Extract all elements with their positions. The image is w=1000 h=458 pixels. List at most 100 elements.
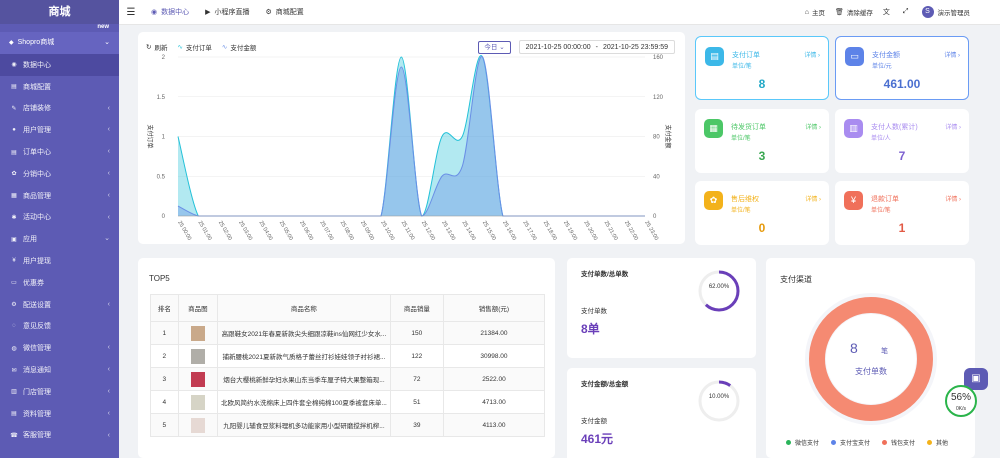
x-tick-label: 25 12:00 [420, 220, 436, 242]
x-tick-label: 25 22:00 [623, 220, 639, 242]
channel-unit: 笔 [881, 348, 888, 355]
legend-orders[interactable]: ∿ 支付订单 [177, 42, 211, 52]
sidebar-item[interactable]: ◌ 意见反馈 [0, 316, 119, 338]
channel-legend-item[interactable]: 微信支付 [786, 438, 819, 447]
y-axis-label-left: 支付订单 [146, 124, 154, 148]
table-header-cell: 商品销量 [389, 294, 444, 322]
chevron-icon: ‹ [107, 169, 110, 177]
refresh-button[interactable]: ↻ 刷新 [146, 42, 167, 52]
date-end: 2021-10-25 23:59:59 [603, 44, 668, 51]
trash-icon: 🗑 [835, 9, 844, 16]
stat-unit: 单位/笔 [731, 136, 751, 142]
menu-icon: ● [12, 127, 16, 134]
x-tick-label: 25 15:00 [481, 220, 497, 242]
stat-detail-link[interactable]: 详情 › [804, 50, 820, 59]
sidebar-item-label: 优惠券 [23, 279, 44, 287]
table-row[interactable]: 2 捕新腰桃2021夏新款气质格子蕾丝打衫娃娃领子衬衫裙... 122 30998.0… [150, 344, 546, 368]
date-start: 2021-10-25 00:00:00 [525, 44, 591, 51]
x-tick-label: 25 09:00 [359, 220, 375, 242]
stat-detail-link[interactable]: 详情 › [805, 194, 821, 203]
stat-card[interactable]: ¥ 退款订单 单位/笔 详情 › 1 [835, 181, 969, 245]
legend-dot [882, 440, 888, 445]
stat-card[interactable]: ▥ 支付人数(累计) 单位/人 详情 › 7 [835, 109, 969, 173]
table-row[interactable]: 3 烟台大樱桃新鲜孕妇水果山东当季车厘子特大果整箱现... 72 2522.00 [150, 367, 546, 391]
stat-card[interactable]: ▦ 待发货订单 单位/笔 详情 › 3 [695, 109, 829, 173]
product-name-cell: 高跟鞋女2021年春夏新款尖头细跟凉鞋ins仙网红少女水... [217, 321, 391, 345]
chevron-icon: ‹ [107, 387, 110, 395]
legend-amount[interactable]: ∿ 支付金额 [222, 42, 256, 52]
sidebar-item[interactable]: ✉ 消息通知 ‹ [0, 359, 119, 381]
amount-cell: 21384.00 [442, 321, 546, 345]
menu-icon: ▤ [11, 149, 17, 156]
table-row[interactable]: 4 北欧风简约水洗棉床上四件套全棉纯棉100夏季被套床单... 51 4713.00 [150, 390, 546, 414]
sidebar-item[interactable]: ● 用户管理 ‹ [0, 119, 119, 141]
menu-toggle-icon[interactable]: ☰ [119, 7, 143, 18]
stat-detail-label: 详情 [945, 125, 958, 131]
amount-ratio-pct: 10.00% [708, 394, 730, 400]
sidebar-item[interactable]: ▤ 资料管理 ‹ [0, 403, 119, 425]
sidebar-item[interactable]: ☎ 客服管理 ‹ [0, 425, 119, 447]
menu-icon: ⚙ [11, 302, 17, 309]
y-tick-left: 0 [162, 214, 166, 220]
table-row[interactable]: 1 高跟鞋女2021年春夏新款尖头细跟凉鞋ins仙网红少女水... 150 21384… [150, 321, 546, 345]
amount-cell: 4113.00 [442, 413, 546, 437]
y-tick-right: 120 [653, 95, 664, 101]
home-button[interactable]: ⌂ 主页 [805, 7, 825, 18]
stat-title: 退款订单 [871, 196, 899, 203]
legend-label: 支付宝支付 [840, 441, 871, 447]
stat-unit: 单位/笔 [871, 208, 891, 214]
table-row[interactable]: 5 九阳婴儿辅食豆浆料理机多功能家用小型研磨搅拌机榨... 39 4113.00 [150, 413, 546, 437]
channel-legend-item[interactable]: 支付宝支付 [831, 438, 870, 447]
sidebar-item-label: 门店管理 [23, 388, 51, 396]
stat-unit: 单位/笔 [731, 208, 751, 214]
topbar-actions: ⌂ 主页 🗑 清除缓存 文 ⤢ S 演示管理员 [795, 0, 1000, 25]
top5-title: TOP5 [149, 274, 170, 283]
user-menu[interactable]: S 演示管理员 [921, 6, 970, 18]
product-thumbnail [190, 348, 205, 364]
sidebar-item[interactable]: ✿ 分销中心 ‹ [0, 163, 119, 185]
tab-icon: ◉ [151, 9, 158, 16]
channel-legend-item[interactable]: 其他 [927, 438, 948, 447]
clear-cache-button[interactable]: 🗑 清除缓存 [835, 7, 873, 17]
sidebar-item[interactable]: ▤ 订单中心 ‹ [0, 141, 119, 163]
sidebar-item[interactable]: ▤ 商城配置 [0, 76, 119, 98]
translate-button[interactable]: 文 [883, 7, 893, 17]
stat-detail-link[interactable]: 详情 › [805, 122, 821, 131]
fullscreen-button[interactable]: ⤢ [903, 8, 912, 16]
sidebar-item[interactable]: ◍ 微信管理 ‹ [0, 337, 119, 359]
sidebar-item[interactable]: ⚙ 配送设置 ‹ [0, 294, 119, 316]
stat-detail-link[interactable]: 详情 › [945, 194, 961, 203]
sidebar-item[interactable]: ▦ 商品管理 ‹ [0, 185, 119, 207]
stat-card[interactable]: ✿ 售后维权 单位/笔 详情 › 0 [695, 181, 829, 245]
sidebar-menu: ◉ 数据中心 ▤ 商城配置 ✎ 店铺装修 ‹ ● 用户管理 ‹ ▤ 订单中心 ‹ ✿ 分销中心 ‹ ▦ 商品管理 ‹… [0, 54, 119, 446]
sidebar-group-shopro[interactable]: ◆ Shopro商城 ⌄ [0, 32, 119, 54]
sidebar-item[interactable]: ▭ 优惠券 [0, 272, 119, 294]
table-header-cell: 商品名称 [217, 294, 391, 322]
stat-detail-link[interactable]: 详情 › [944, 50, 960, 59]
sidebar-item-partial[interactable]: new [0, 24, 119, 32]
amount-cell: 4713.00 [442, 390, 546, 414]
stat-value: 0 [758, 221, 766, 235]
translate-icon: 文 [882, 9, 890, 16]
sidebar-item[interactable]: ▥ 门店管理 ‹ [0, 381, 119, 403]
stat-detail-link[interactable]: 详情 › [945, 122, 961, 131]
y-tick-left: 0.5 [157, 174, 166, 180]
sidebar-item[interactable]: ◉ 数据中心 [0, 54, 119, 76]
amount-ratio-ring [698, 380, 740, 422]
x-tick-label: 25 05:00 [278, 220, 294, 242]
channel-legend-item[interactable]: 钱包支付 [882, 438, 915, 447]
sidebar-item[interactable]: ¥ 用户提现 [0, 250, 119, 272]
sidebar-item[interactable]: ▣ 应用 ⌄ [0, 228, 119, 250]
stat-card[interactable]: ▭ 支付金额 单位/元 详情 › 461.00 [835, 36, 969, 100]
sidebar-item[interactable]: ✎ 店铺装修 ‹ [0, 98, 119, 120]
speed-widget[interactable]: 56% 0K/s [945, 385, 977, 417]
stat-card[interactable]: ▤ 支付订单 单位/笔 详情 › 8 [695, 36, 829, 100]
menu-icon: ✱ [11, 214, 17, 221]
stat-title: 支付金额 [872, 52, 900, 59]
tab[interactable]: ◉ 数据中心 [143, 0, 197, 25]
tab[interactable]: ▶ 小程序直播 [197, 0, 257, 25]
sidebar-item-label: 客服管理 [23, 432, 51, 440]
sidebar-item[interactable]: ✱ 活动中心 ‹ [0, 207, 119, 229]
table-header-cell: 销售额(元) [442, 294, 546, 322]
tab[interactable]: ⚙ 商城配置 [258, 0, 312, 25]
